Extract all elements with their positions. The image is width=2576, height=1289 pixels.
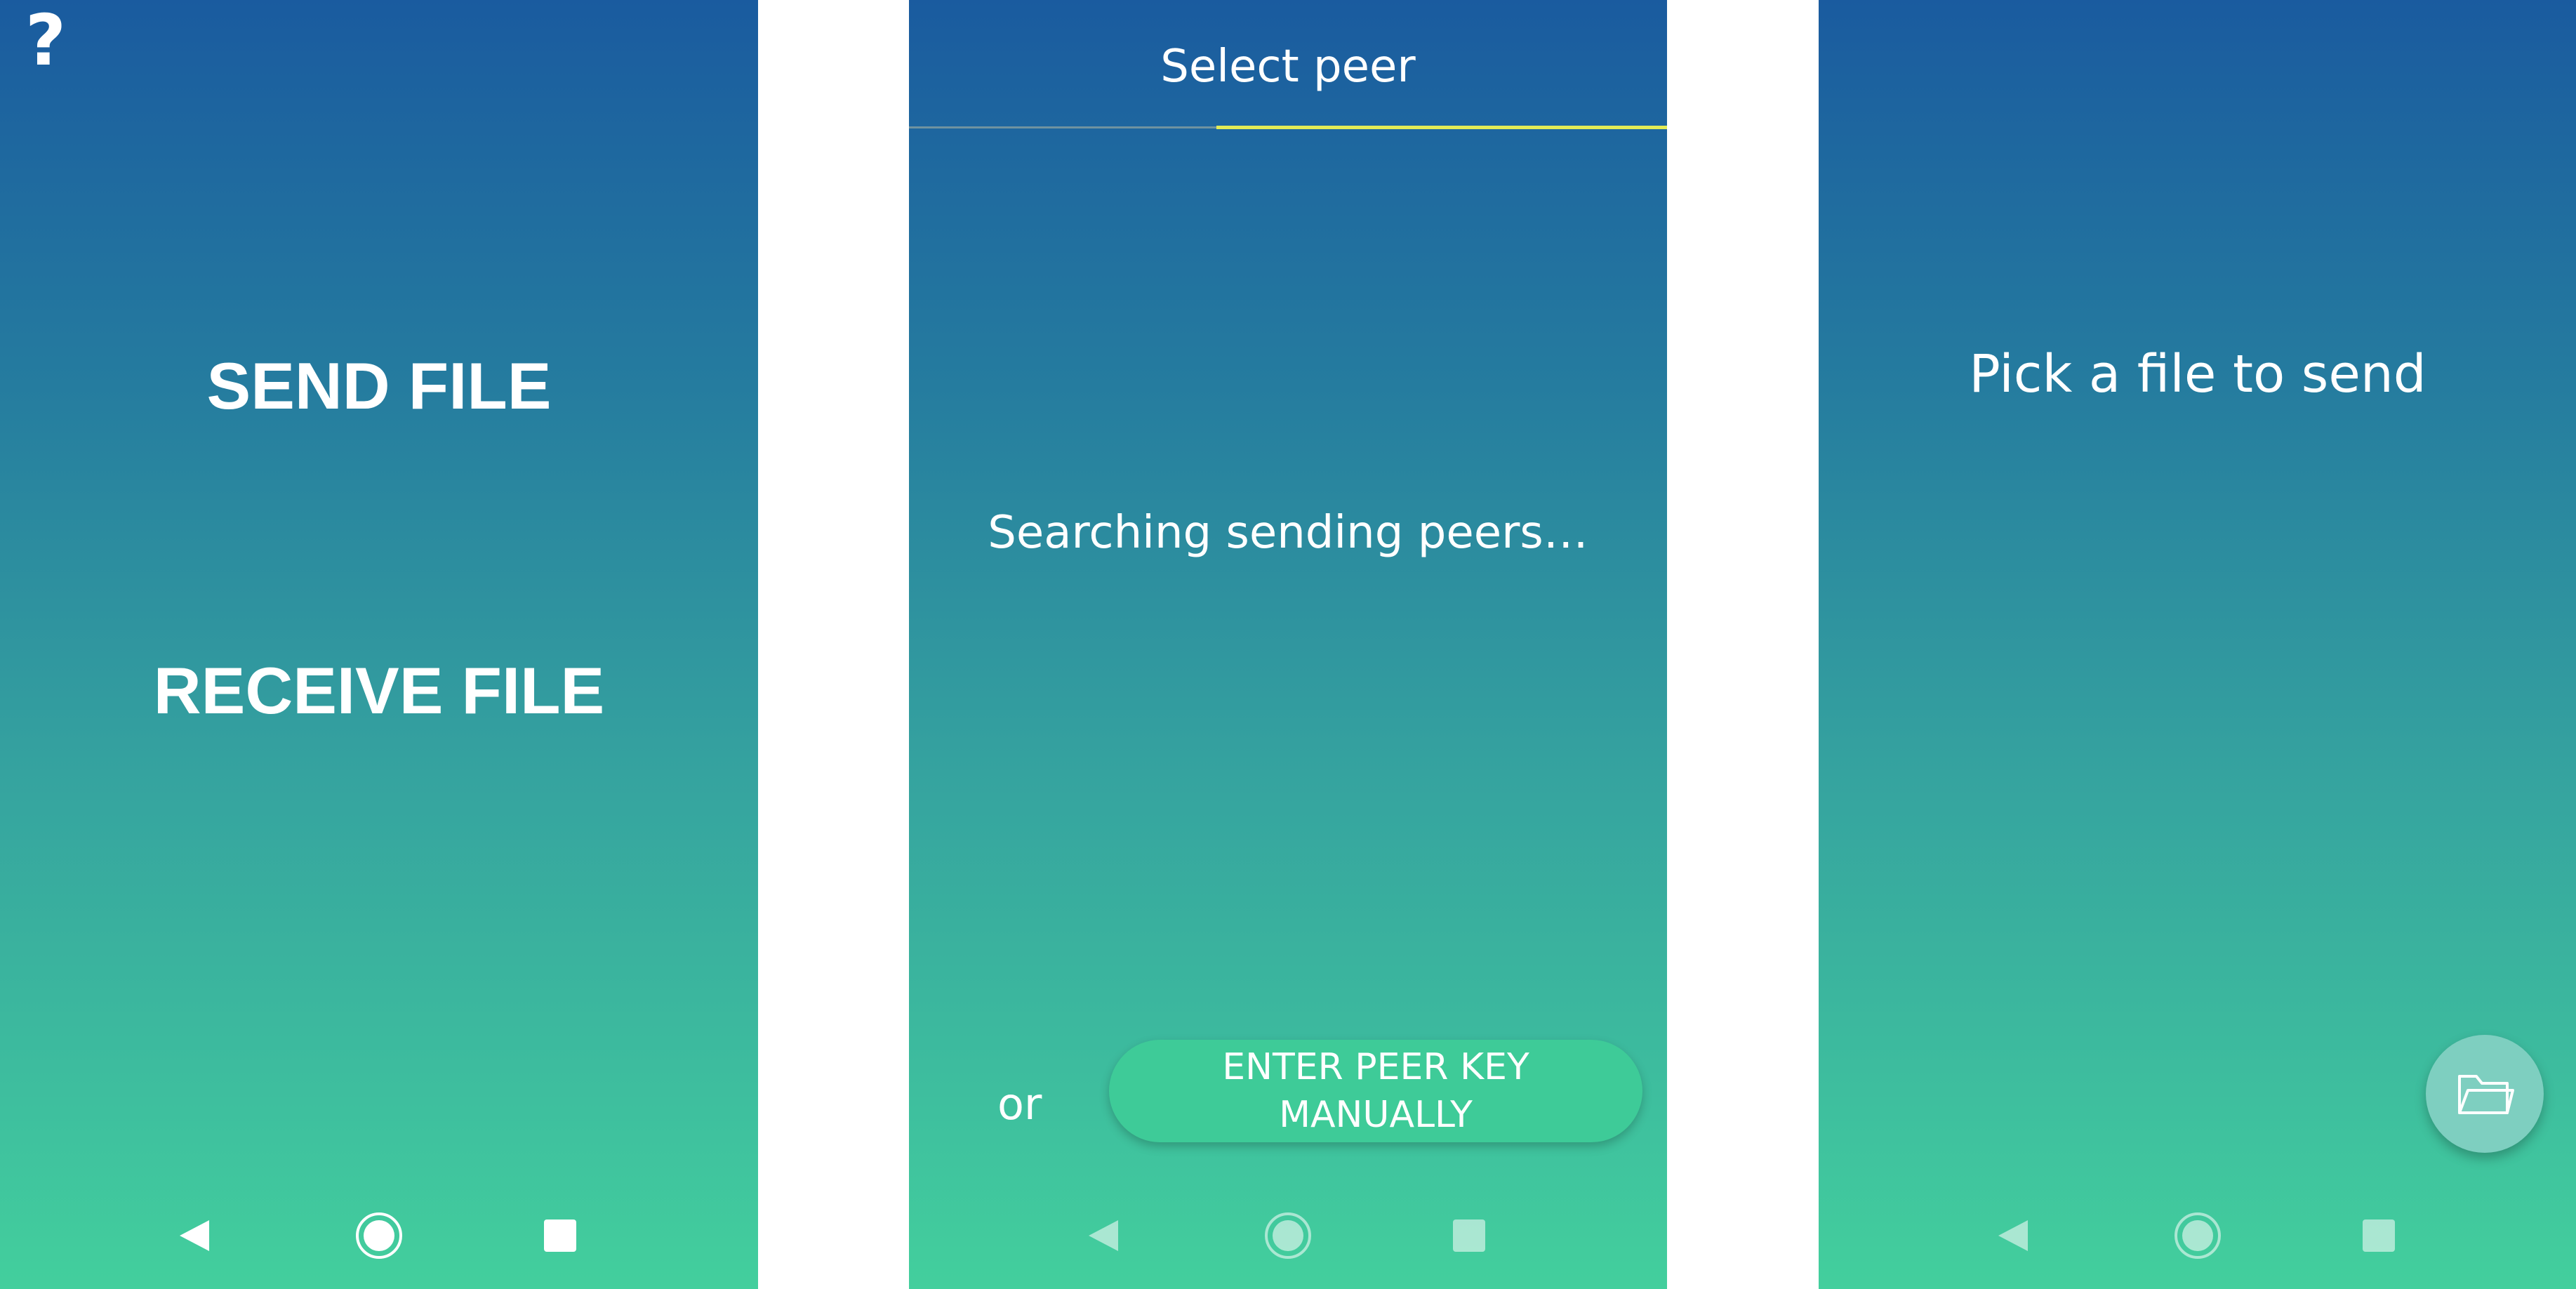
send-file-button[interactable]: SEND FILE bbox=[0, 348, 758, 424]
help-icon[interactable]: ? bbox=[25, 6, 66, 76]
back-icon[interactable] bbox=[1062, 1194, 1146, 1278]
button-label-line1: ENTER PEER KEY bbox=[1222, 1046, 1529, 1088]
navigation-bar bbox=[909, 1194, 1667, 1289]
app-bar: Select peer bbox=[909, 0, 1667, 129]
pick-file-screen: Pick a file to send bbox=[1819, 0, 2576, 1289]
receive-file-button[interactable]: RECEIVE FILE bbox=[0, 653, 758, 729]
recent-apps-icon[interactable] bbox=[1427, 1194, 1511, 1278]
page-title: Pick a file to send bbox=[1969, 344, 2426, 404]
recent-apps-icon[interactable] bbox=[2337, 1194, 2421, 1278]
button-label-line2: MANUALLY bbox=[1279, 1094, 1473, 1136]
enter-peer-key-button[interactable]: ENTER PEER KEY MANUALLY bbox=[1109, 1040, 1642, 1142]
navigation-bar bbox=[1819, 1194, 2576, 1289]
navigation-bar bbox=[0, 1194, 758, 1289]
back-icon[interactable] bbox=[153, 1194, 237, 1278]
select-peer-screen: Select peer Searching sending peers… or … bbox=[909, 0, 1667, 1289]
open-file-button[interactable] bbox=[2426, 1035, 2544, 1153]
tab-indicator bbox=[1216, 126, 1667, 129]
home-icon[interactable] bbox=[2156, 1194, 2240, 1278]
home-icon[interactable] bbox=[1246, 1194, 1330, 1278]
back-icon[interactable] bbox=[1972, 1194, 2056, 1278]
screenshot-collage: ? SEND FILE RECEIVE FILE Select peer Sea… bbox=[0, 0, 2576, 1289]
recent-apps-icon[interactable] bbox=[518, 1194, 602, 1278]
folder-open-icon bbox=[2458, 1075, 2514, 1114]
or-label: or bbox=[997, 1078, 1042, 1130]
home-icon[interactable] bbox=[337, 1194, 421, 1278]
tab-track bbox=[909, 126, 1216, 128]
searching-status: Searching sending peers… bbox=[988, 507, 1588, 559]
home-screen: ? SEND FILE RECEIVE FILE bbox=[0, 0, 758, 1289]
page-title: Select peer bbox=[1160, 41, 1416, 93]
